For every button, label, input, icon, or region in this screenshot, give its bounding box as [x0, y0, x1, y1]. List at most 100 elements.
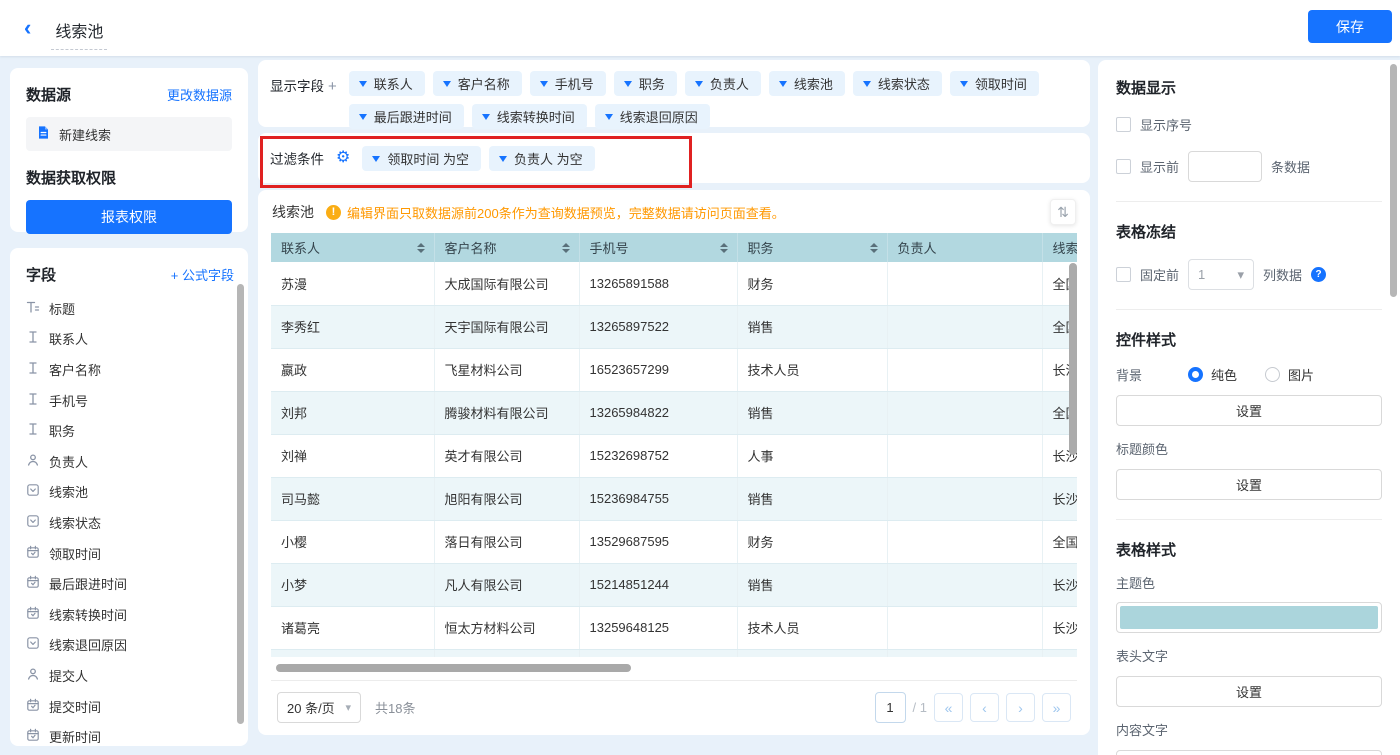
field-item[interactable]: 职务 — [26, 415, 234, 446]
display-field-chip[interactable]: 职务 — [614, 71, 677, 96]
page-number-input[interactable]: 1 — [875, 692, 906, 723]
theme-color-picker[interactable] — [1116, 602, 1382, 633]
add-display-field-icon[interactable]: + — [328, 78, 337, 95]
table-cell: 落日有限公司 — [434, 520, 579, 563]
field-item[interactable]: 更新时间 — [26, 721, 234, 746]
table-cell — [887, 348, 1042, 391]
page-title[interactable]: 线索池 — [51, 12, 107, 50]
display-field-chip[interactable]: 线索退回原因 — [595, 104, 710, 129]
field-item[interactable]: 最后跟进时间 — [26, 568, 234, 599]
freeze-checkbox[interactable] — [1116, 267, 1131, 282]
field-item[interactable]: 标题 — [26, 293, 234, 324]
sort-caret-icon[interactable] — [417, 243, 425, 253]
page-size-select[interactable]: 20 条/页▾ — [277, 692, 361, 723]
table-row[interactable]: 小梦凡人有限公司15214851244销售长沙线索池 — [271, 563, 1077, 606]
chip-label: 负责人 — [710, 74, 749, 93]
filter-settings-gear-icon[interactable]: ⚙ — [336, 150, 350, 166]
show-index-checkbox[interactable] — [1116, 117, 1131, 132]
table-row[interactable]: 刘邦腾骏材料有限公司13265984822销售全国线索池 — [271, 391, 1077, 434]
chevron-down-icon — [605, 114, 613, 120]
display-field-chips: 联系人客户名称手机号职务负责人线索池线索状态领取时间最后跟进时间线索转换时间线索… — [349, 71, 1078, 116]
add-formula-field-link[interactable]: + 公式字段 — [171, 265, 234, 284]
panel-scrollbar[interactable] — [1390, 64, 1397, 297]
preview-table: 联系人客户名称手机号职务 负责人线索池 苏漫大成国际有限公司13265891588… — [271, 233, 1077, 657]
total-count: 共18条 — [375, 698, 415, 717]
field-item[interactable]: 负责人 — [26, 446, 234, 477]
display-field-chip[interactable]: 手机号 — [530, 71, 606, 96]
display-field-chip[interactable]: 客户名称 — [433, 71, 522, 96]
table-cell: 刘邦 — [271, 391, 434, 434]
chevron-down-icon: ▾ — [345, 701, 351, 714]
field-item[interactable]: 提交时间 — [26, 691, 234, 722]
table-vertical-scrollbar[interactable] — [1069, 263, 1077, 455]
prev-page-button[interactable]: ‹ — [970, 693, 999, 722]
sort-icon[interactable]: ⇅ — [1050, 199, 1076, 225]
table-row[interactable]: 司马懿旭阳有限公司15236984755销售长沙线索池 — [271, 477, 1077, 520]
field-label: 更新时间 — [49, 727, 101, 746]
display-field-chip[interactable]: 负责人 — [685, 71, 761, 96]
datasource-item[interactable]: 新建线索 — [26, 117, 232, 151]
table-cell: 小樱 — [271, 520, 434, 563]
display-field-chip[interactable]: 线索池 — [769, 71, 845, 96]
bg-solid-radio[interactable]: 纯色 — [1188, 365, 1237, 384]
table-row[interactable]: 李秀红天宇国际有限公司13265897522销售全国线索池 — [271, 305, 1077, 348]
field-label: 客户名称 — [49, 360, 101, 379]
table-horizontal-scrollbar[interactable] — [276, 664, 631, 672]
table-row[interactable]: 小樱落日有限公司13529687595财务全国线索池 — [271, 520, 1077, 563]
column-header[interactable]: 客户名称 — [434, 233, 579, 262]
field-item[interactable]: 提交人 — [26, 660, 234, 691]
table-cell: 天宇国际有限公司 — [434, 305, 579, 348]
column-header[interactable]: 负责人 — [887, 233, 1042, 262]
header-text-set-button[interactable]: 设置 — [1116, 676, 1382, 707]
field-item[interactable]: 线索退回原因 — [26, 630, 234, 661]
table-row[interactable]: 苏漫大成国际有限公司13265891588财务全国线索池 — [271, 262, 1077, 305]
help-icon[interactable]: ? — [1311, 267, 1326, 282]
bg-image-radio[interactable]: 图片 — [1265, 365, 1314, 384]
title-color-set-button[interactable]: 设置 — [1116, 469, 1382, 500]
save-button[interactable]: 保存 — [1308, 10, 1392, 43]
show-first-suffix: 条数据 — [1271, 157, 1310, 176]
table-row[interactable]: 刘禅英才有限公司15232698752人事长沙线索池 — [271, 434, 1077, 477]
show-first-checkbox[interactable] — [1116, 159, 1131, 174]
table-row[interactable]: 诸葛亮恒太方材料公司13259648125技术人员长沙线索池 — [271, 606, 1077, 649]
back-icon[interactable]: ‹ — [24, 17, 31, 39]
fields-scrollbar[interactable] — [237, 284, 244, 724]
filter-chip[interactable]: 负责人 为空 — [489, 146, 595, 171]
table-cell: 飞星材料公司 — [434, 348, 579, 391]
last-page-button[interactable]: » — [1042, 693, 1071, 722]
field-item[interactable]: 线索状态 — [26, 507, 234, 538]
field-item[interactable]: 手机号 — [26, 385, 234, 416]
field-item[interactable]: 联系人 — [26, 324, 234, 355]
display-field-chip[interactable]: 线索状态 — [853, 71, 942, 96]
column-label: 职务 — [748, 241, 774, 256]
show-first-count-input[interactable] — [1188, 151, 1262, 182]
preview-warning: ! 编辑界面只取数据源前200条作为查询数据预览，完整数据请访问页面查看。 — [326, 203, 785, 222]
field-item[interactable]: 领取时间 — [26, 538, 234, 569]
column-header[interactable]: 职务 — [737, 233, 887, 262]
display-field-chip[interactable]: 最后跟进时间 — [349, 104, 464, 129]
background-set-button[interactable]: 设置 — [1116, 395, 1382, 426]
table-row[interactable]: 嬴政飞星材料公司16523657299技术人员长沙线索池 — [271, 348, 1077, 391]
table-cell: 全国线索池 — [1042, 520, 1077, 563]
filter-chip[interactable]: 领取时间 为空 — [362, 146, 481, 171]
display-field-chip[interactable]: 联系人 — [349, 71, 425, 96]
column-header[interactable]: 线索池 — [1042, 233, 1077, 262]
field-item[interactable]: 客户名称 — [26, 354, 234, 385]
field-item[interactable]: 线索转换时间 — [26, 599, 234, 630]
freeze-column-select[interactable]: 1▾ — [1188, 259, 1254, 290]
next-page-button[interactable]: › — [1006, 693, 1035, 722]
first-page-button[interactable]: « — [934, 693, 963, 722]
sort-caret-icon[interactable] — [720, 243, 728, 253]
report-permission-button[interactable]: 报表权限 — [26, 200, 232, 234]
display-field-chip[interactable]: 线索转换时间 — [472, 104, 587, 129]
table-cell — [887, 434, 1042, 477]
display-field-chip[interactable]: 领取时间 — [950, 71, 1039, 96]
column-header[interactable]: 联系人 — [271, 233, 434, 262]
column-header[interactable]: 手机号 — [579, 233, 737, 262]
sort-caret-icon[interactable] — [562, 243, 570, 253]
field-item[interactable]: 线索池 — [26, 477, 234, 508]
change-datasource-link[interactable]: 更改数据源 — [167, 85, 232, 104]
content-text-set-button[interactable]: 设置 — [1116, 750, 1382, 755]
sort-caret-icon[interactable] — [870, 243, 878, 253]
chip-label: 联系人 — [374, 74, 413, 93]
